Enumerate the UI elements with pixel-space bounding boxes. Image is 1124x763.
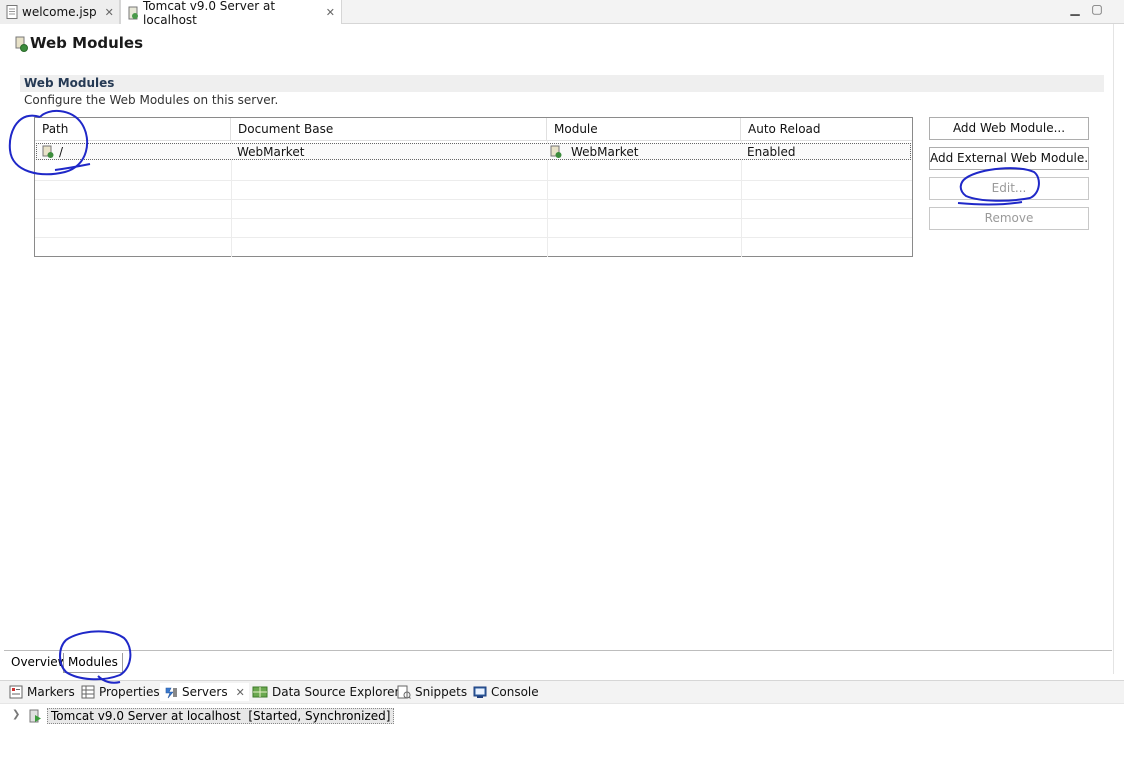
properties-icon <box>81 685 95 699</box>
tab-modules[interactable]: Modules <box>63 653 123 673</box>
cell-path-text: / <box>59 145 64 159</box>
cell-document-base[interactable]: WebMarket <box>237 144 304 160</box>
section-header: Web Modules <box>20 75 1104 92</box>
web-module-icon <box>549 145 563 159</box>
tab-servers-label: Servers <box>182 685 228 699</box>
column-header-path[interactable]: Path <box>35 118 231 141</box>
edit-button[interactable]: Edit... <box>929 177 1089 200</box>
add-external-web-module-button[interactable]: Add External Web Module... <box>929 147 1089 170</box>
tab-console-label: Console <box>491 685 539 699</box>
column-header-document-base[interactable]: Document Base <box>231 118 547 141</box>
data-source-icon <box>252 685 268 699</box>
cell-path[interactable]: / <box>41 144 63 160</box>
tab-welcome-jsp[interactable]: welcome.jsp ✕ <box>0 0 120 24</box>
server-entry-status: [Started, Synchronized] <box>248 708 391 723</box>
server-entry[interactable]: Tomcat v9.0 Server at localhost [Started… <box>28 707 395 724</box>
maximize-icon[interactable]: ▢ <box>1090 3 1104 17</box>
tab-console[interactable]: Console <box>473 683 539 701</box>
add-web-module-button[interactable]: Add Web Module... <box>929 117 1089 140</box>
tab-data-source-explorer-label: Data Source Explorer <box>272 685 400 699</box>
tab-overview[interactable]: Overview <box>7 653 72 673</box>
console-icon <box>473 685 487 699</box>
tab-data-source-explorer[interactable]: Data Source Explorer <box>252 683 399 701</box>
minimize-icon[interactable]: ▁ <box>1068 3 1082 17</box>
editor-tab-bar: welcome.jsp ✕ Tomcat v9.0 Server at loca… <box>0 0 1124 27</box>
server-started-icon <box>28 709 42 723</box>
cell-module[interactable]: WebMarket <box>549 144 638 160</box>
chevron-right-icon[interactable]: ❯ <box>12 709 20 720</box>
web-modules-icon <box>13 36 29 52</box>
server-entry-label: Tomcat v9.0 Server at localhost [Started… <box>47 707 395 724</box>
grid-line <box>35 180 912 181</box>
section-description: Configure the Web Modules on this server… <box>24 93 279 107</box>
tab-markers[interactable]: Markers <box>9 683 75 701</box>
page-title: Web Modules <box>30 34 144 52</box>
column-header-auto-reload[interactable]: Auto Reload <box>741 118 912 141</box>
web-module-icon <box>41 145 55 159</box>
jsp-file-icon <box>6 5 18 19</box>
grid-line <box>35 237 912 238</box>
grid-line <box>35 218 912 219</box>
markers-icon <box>9 685 23 699</box>
snippets-icon <box>397 685 411 699</box>
tab-snippets-label: Snippets <box>415 685 468 699</box>
web-modules-table[interactable]: Path Document Base Module Auto Reload / … <box>34 117 913 257</box>
server-entry-name: Tomcat v9.0 Server at localhost <box>51 708 241 723</box>
close-icon[interactable]: ✕ <box>236 686 245 699</box>
column-header-module[interactable]: Module <box>547 118 741 141</box>
close-icon[interactable]: ✕ <box>105 6 114 19</box>
remove-button[interactable]: Remove <box>929 207 1089 230</box>
tab-tomcat-server-label: Tomcat v9.0 Server at localhost <box>143 0 276 27</box>
cell-auto-reload[interactable]: Enabled <box>747 144 796 160</box>
close-icon[interactable]: ✕ <box>326 6 335 19</box>
editor-page-tabs <box>4 650 1112 672</box>
tab-servers[interactable]: Servers ✕ <box>160 683 249 701</box>
grid-line <box>35 199 912 200</box>
tab-markers-label: Markers <box>27 685 75 699</box>
tab-snippets[interactable]: Snippets <box>397 683 467 701</box>
tab-properties-label: Properties <box>99 685 160 699</box>
server-config-icon <box>127 6 139 20</box>
tab-welcome-jsp-label: welcome.jsp <box>22 5 97 19</box>
tab-tomcat-server[interactable]: Tomcat v9.0 Server at localhost ✕ <box>120 0 342 27</box>
servers-icon <box>164 685 178 699</box>
cell-module-text: WebMarket <box>571 145 639 159</box>
tab-properties[interactable]: Properties <box>81 683 160 701</box>
